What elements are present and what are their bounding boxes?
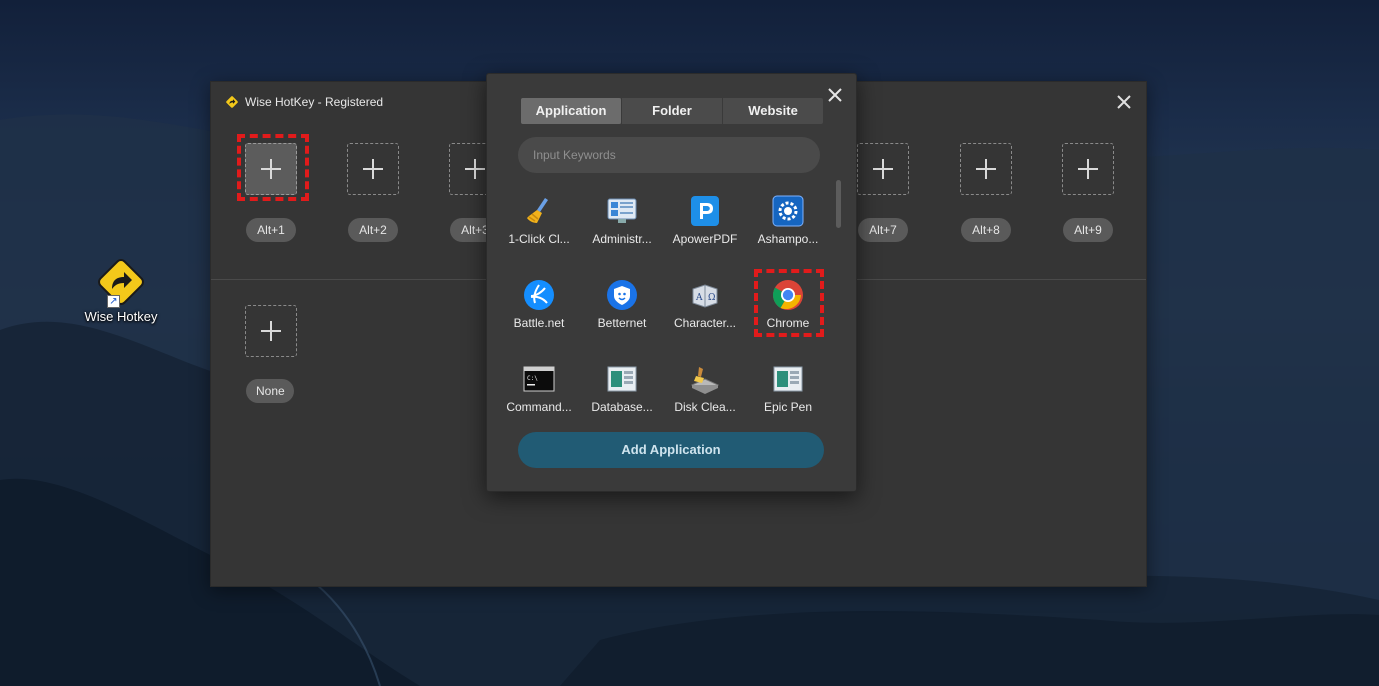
app-item-label: Betternet [597, 316, 647, 330]
application-picker-dialog: Application Folder Website 1-Click Cl...… [486, 73, 857, 492]
hotkey-label: Alt+7 [858, 218, 908, 242]
svg-text:Ω: Ω [708, 293, 715, 303]
hotkey-slot-alt9[interactable] [1062, 143, 1114, 195]
window-title: Wise HotKey - Registered [245, 95, 384, 109]
app-item-betternet[interactable]: Betternet [580, 279, 664, 345]
app-item-label: 1-Click Cl... [508, 232, 570, 246]
disk-cleanup-icon [689, 363, 721, 395]
hotkey-label: Alt+1 [246, 218, 296, 242]
app-item-battlenet[interactable]: Battle.net [497, 279, 581, 345]
app-item-1-click-cleaner[interactable]: 1-Click Cl... [497, 195, 581, 261]
app-item-label: Administr... [592, 232, 652, 246]
close-window-button[interactable] [1114, 92, 1134, 112]
app-item-label: Character... [673, 316, 737, 330]
hotkey-slot-alt2[interactable] [347, 143, 399, 195]
plus-icon [1078, 159, 1098, 179]
keyword-search-input[interactable] [518, 137, 820, 173]
wise-hotkey-icon: ↗ [95, 256, 147, 308]
source-tabs: Application Folder Website [521, 98, 823, 124]
app-item-label: Command... [506, 400, 572, 414]
app-item-disk-cleanup[interactable]: Disk Clea... [663, 363, 747, 429]
ashampoo-gear-icon [772, 195, 804, 227]
highlight-box-alt1 [237, 134, 309, 201]
plus-icon [873, 159, 893, 179]
hotkey-slot-alt7[interactable] [857, 143, 909, 195]
character-map-icon: AΩ [689, 279, 721, 311]
svg-text:A: A [695, 293, 703, 303]
hotkey-label: Alt+2 [348, 218, 398, 242]
close-icon [1117, 95, 1131, 109]
app-list-scrollbar[interactable] [836, 180, 841, 228]
hotkey-slot-none[interactable] [245, 305, 297, 357]
add-application-button[interactable]: Add Application [518, 432, 824, 468]
close-dialog-button[interactable] [826, 86, 844, 104]
hotkey-label: Alt+9 [1063, 218, 1113, 242]
highlight-box-chrome [754, 269, 824, 337]
plus-icon [261, 321, 281, 341]
app-item-database[interactable]: Database... [580, 363, 664, 429]
app-item-command-prompt[interactable]: C:\ Command... [497, 363, 581, 429]
app-item-apowerpdf[interactable]: ApowerPDF [663, 195, 747, 261]
tab-folder[interactable]: Folder [621, 98, 722, 124]
app-item-label: Epic Pen [763, 400, 813, 414]
svg-text:C:\: C:\ [527, 375, 538, 382]
app-item-label: ApowerPDF [672, 232, 738, 246]
hotkey-label: Alt+8 [961, 218, 1011, 242]
hotkey-label-none: None [246, 379, 294, 403]
plus-icon [465, 159, 485, 179]
shortcut-arrow-icon: ↗ [107, 295, 120, 308]
betternet-icon [606, 279, 638, 311]
app-item-administrative-tools[interactable]: Administr... [580, 195, 664, 261]
tab-website[interactable]: Website [722, 98, 823, 124]
plus-icon [976, 159, 996, 179]
app-item-label: Battle.net [513, 316, 565, 330]
tab-application[interactable]: Application [521, 98, 621, 124]
app-item-label: Database... [591, 400, 653, 414]
command-prompt-icon: C:\ [523, 363, 555, 395]
desktop-shortcut-wise-hotkey[interactable]: ↗ Wise Hotkey [82, 256, 160, 324]
title-bar: Wise HotKey - Registered [225, 94, 383, 110]
broom-icon [523, 195, 555, 227]
database-icon [606, 363, 638, 395]
app-logo-icon [226, 96, 238, 108]
battlenet-icon [523, 279, 555, 311]
app-item-character-map[interactable]: AΩ Character... [663, 279, 747, 345]
close-icon [828, 88, 842, 102]
app-item-ashampoo[interactable]: Ashampo... [746, 195, 830, 261]
epic-pen-icon [772, 363, 804, 395]
hotkey-slot-alt8[interactable] [960, 143, 1012, 195]
app-item-label: Ashampo... [757, 232, 819, 246]
app-item-epic-pen[interactable]: Epic Pen [746, 363, 830, 429]
app-item-label: Disk Clea... [674, 400, 736, 414]
desktop-icon-label: Wise Hotkey [84, 309, 158, 324]
apowerpdf-icon [689, 195, 721, 227]
plus-icon [363, 159, 383, 179]
admin-tools-icon [606, 195, 638, 227]
